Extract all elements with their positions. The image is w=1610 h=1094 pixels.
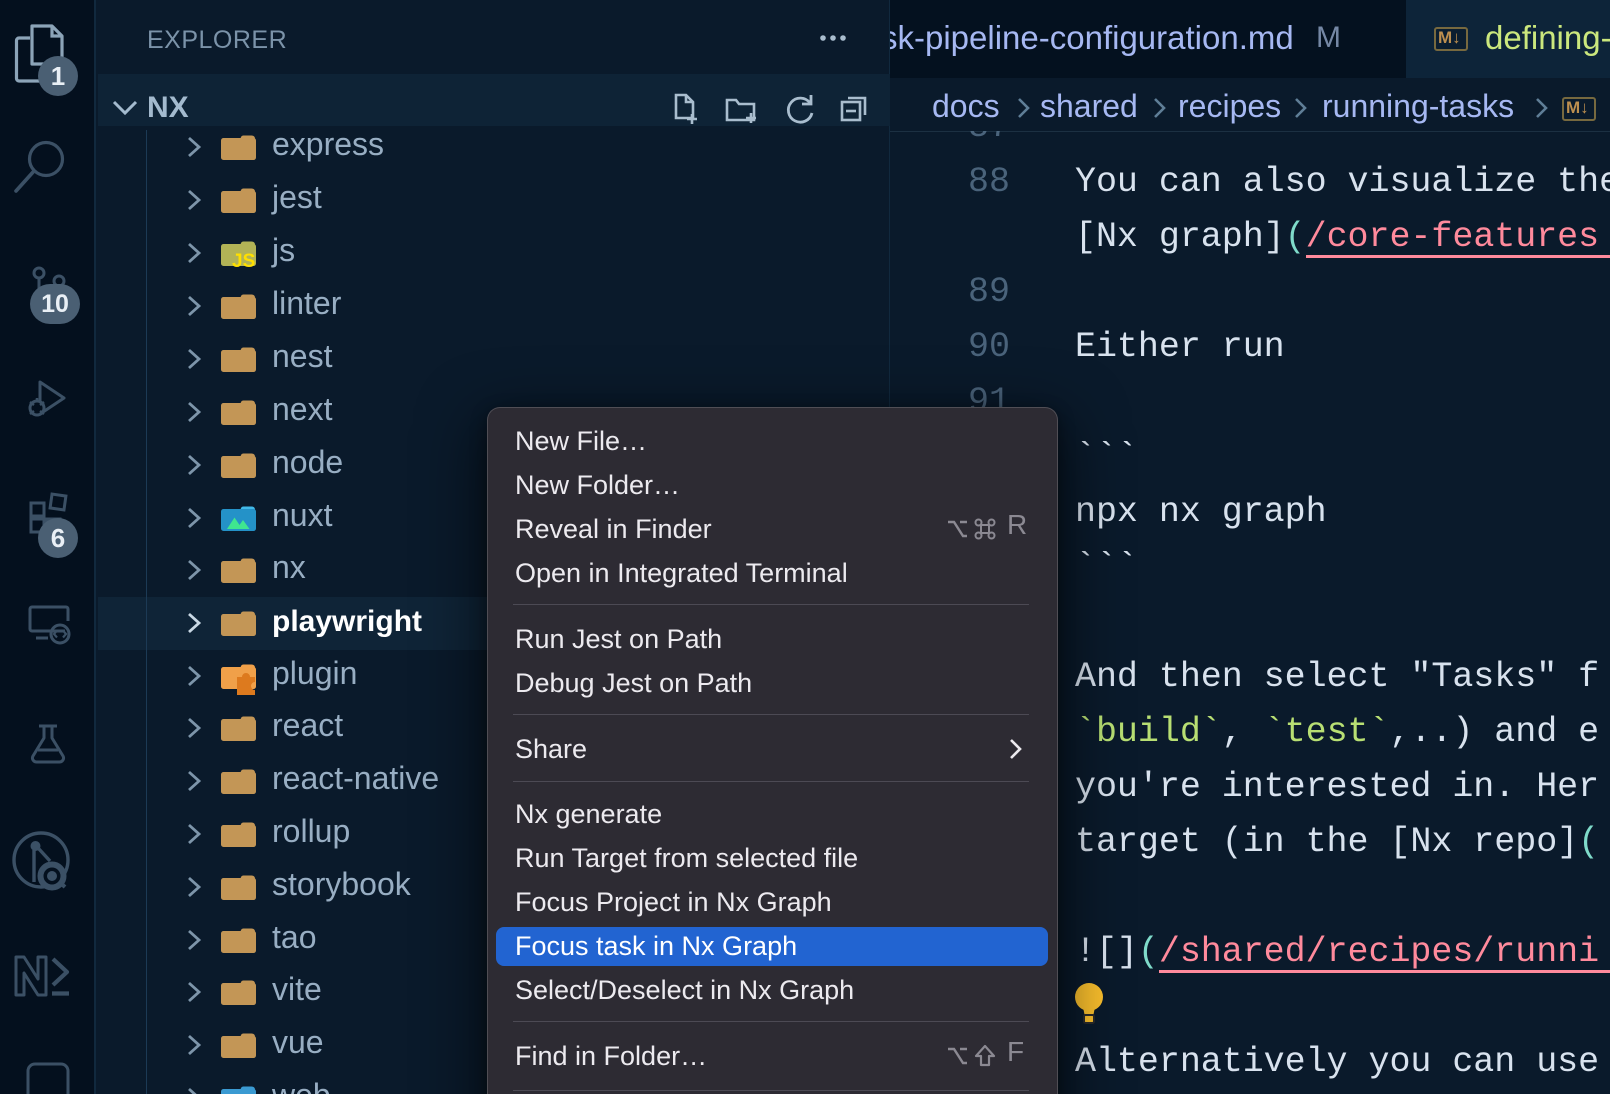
svg-text:JS: JS xyxy=(232,251,255,268)
